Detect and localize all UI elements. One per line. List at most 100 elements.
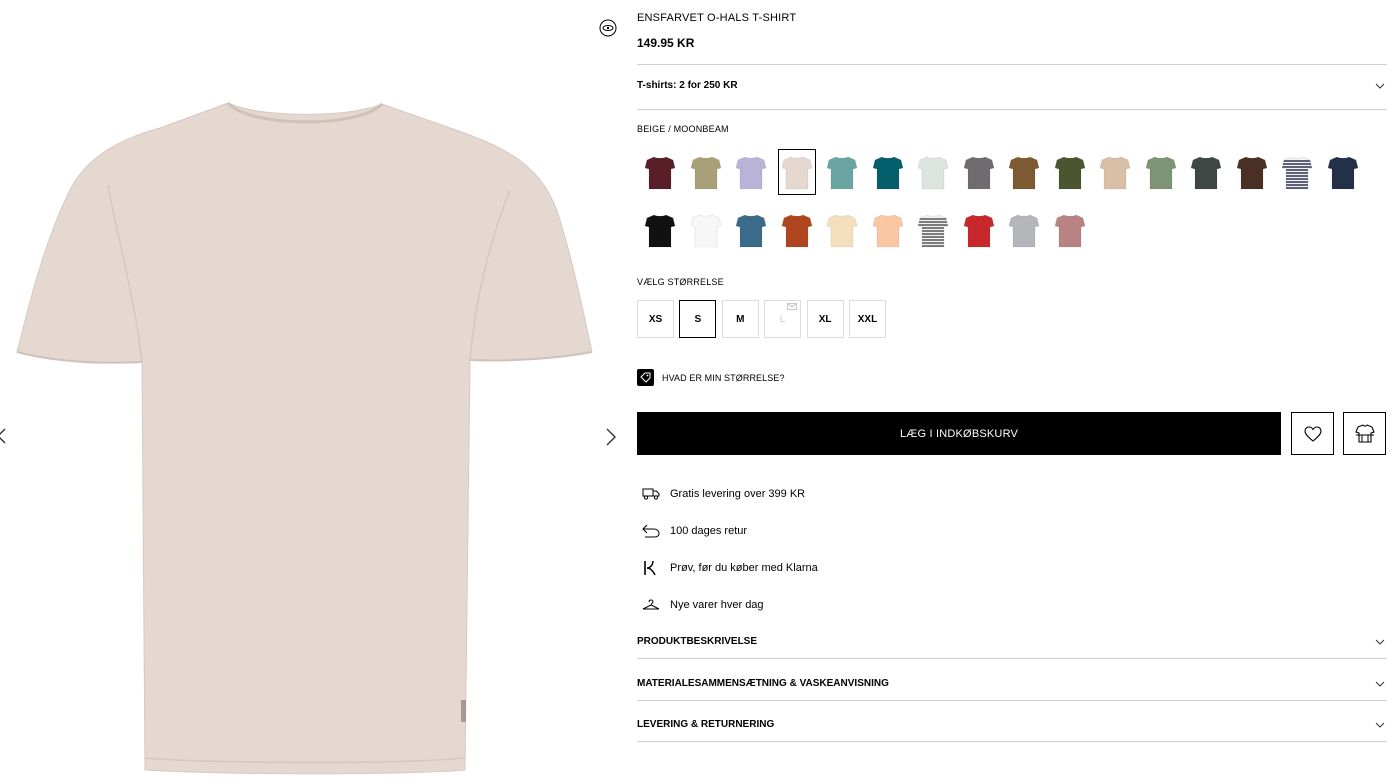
color-swatch[interactable] bbox=[870, 150, 906, 194]
color-swatch[interactable] bbox=[1052, 208, 1088, 252]
tshirt-thumbnail bbox=[1054, 156, 1085, 190]
tshirt-thumbnail bbox=[918, 156, 948, 190]
product-title: ENSFARVET O-HALS T-SHIRT bbox=[637, 12, 797, 24]
usp-item: Nye varer hver dag bbox=[642, 596, 764, 614]
truck-icon bbox=[642, 485, 664, 503]
tshirt-thumbnail bbox=[872, 214, 903, 248]
size-option-s[interactable]: S bbox=[679, 300, 717, 338]
color-swatch[interactable] bbox=[642, 150, 678, 194]
color-swatch[interactable] bbox=[961, 150, 997, 194]
tshirt-thumbnail bbox=[827, 214, 857, 248]
color-swatch[interactable] bbox=[824, 208, 860, 252]
store-availability-button[interactable] bbox=[1343, 412, 1386, 455]
chevron-down-icon bbox=[1375, 83, 1385, 89]
hanger-icon bbox=[642, 596, 664, 614]
product-image bbox=[16, 101, 593, 775]
color-swatch[interactable] bbox=[688, 150, 724, 194]
size-option-l[interactable]: L bbox=[764, 300, 802, 338]
tshirt-thumbnail bbox=[736, 156, 766, 190]
accordion-materials[interactable]: MATERIALESAMMENSÆTNING & VASKEANVISNING bbox=[637, 678, 1387, 689]
size-option-m[interactable]: M bbox=[721, 300, 759, 338]
accordion-label: PRODUKTBESKRIVELSE bbox=[637, 636, 758, 647]
size-option-xs[interactable]: XS bbox=[637, 300, 674, 338]
size-option-xxl[interactable]: XXL bbox=[849, 300, 886, 338]
color-swatch[interactable] bbox=[1006, 150, 1042, 194]
tshirt-thumbnail bbox=[781, 214, 812, 248]
size-option-label: L bbox=[779, 313, 786, 325]
360-view-icon[interactable] bbox=[599, 19, 617, 37]
tshirt-thumbnail bbox=[1282, 156, 1312, 190]
add-to-cart-button[interactable]: LÆG I INDKØBSKURV bbox=[637, 412, 1281, 455]
usp-item: Prøv, før du køber med Klarna bbox=[642, 559, 818, 577]
divider bbox=[637, 741, 1387, 742]
notify-mail-icon bbox=[787, 303, 798, 310]
tshirt-thumbnail bbox=[827, 156, 857, 190]
tshirt-thumbnail bbox=[645, 156, 675, 190]
color-swatch[interactable] bbox=[961, 208, 997, 252]
color-swatch[interactable] bbox=[824, 150, 860, 194]
color-swatch[interactable] bbox=[779, 208, 815, 252]
chevron-right-icon[interactable] bbox=[604, 428, 618, 446]
size-guide-label: HVAD ER MIN STØRRELSE? bbox=[662, 372, 785, 383]
promo-accordion[interactable]: T-shirts: 2 for 250 KR bbox=[637, 80, 1387, 91]
klarna-icon bbox=[642, 559, 664, 577]
size-label: VÆLG STØRRELSE bbox=[637, 277, 724, 287]
store-icon bbox=[1354, 423, 1375, 443]
accordion-label: MATERIALESAMMENSÆTNING & VASKEANVISNING bbox=[637, 678, 889, 689]
color-name: BEIGE / MOONBEAM bbox=[637, 124, 729, 134]
size-option-label: XS bbox=[648, 313, 663, 325]
color-swatch[interactable] bbox=[642, 208, 678, 252]
accordion-label: LEVERING & RETURNERING bbox=[637, 719, 775, 730]
tshirt-thumbnail bbox=[1236, 156, 1267, 190]
accordion-product-description[interactable]: PRODUKTBESKRIVELSE bbox=[637, 636, 1387, 647]
color-swatch[interactable] bbox=[777, 149, 816, 195]
size-guide-link[interactable]: HVAD ER MIN STØRRELSE? bbox=[637, 369, 785, 386]
tshirt-thumbnail bbox=[963, 214, 994, 248]
wishlist-button[interactable] bbox=[1291, 412, 1334, 455]
usp-text: 100 dages retur bbox=[670, 525, 748, 537]
chevron-down-icon bbox=[1375, 681, 1385, 687]
return-arrow-icon bbox=[642, 522, 664, 540]
usp-text: Gratis levering over 399 KR bbox=[670, 488, 806, 500]
tshirt-thumbnail bbox=[690, 156, 721, 190]
divider bbox=[637, 658, 1387, 659]
size-option-xl[interactable]: XL bbox=[806, 300, 844, 338]
size-option-label: S bbox=[694, 313, 702, 325]
color-swatch[interactable] bbox=[1006, 208, 1042, 252]
color-swatch[interactable] bbox=[733, 150, 769, 194]
tshirt-thumbnail bbox=[781, 156, 812, 190]
tshirt-thumbnail bbox=[1009, 214, 1039, 248]
tshirt-thumbnail bbox=[963, 156, 994, 190]
heart-icon bbox=[1303, 425, 1322, 442]
tshirt-thumbnail bbox=[1145, 156, 1176, 190]
size-option-label: M bbox=[736, 313, 745, 325]
usp-item: 100 dages retur bbox=[642, 522, 747, 540]
usp-text: Prøv, før du køber med Klarna bbox=[670, 562, 818, 574]
tshirt-thumbnail bbox=[690, 214, 721, 248]
promo-label: T-shirts: 2 for 250 KR bbox=[637, 80, 738, 91]
tshirt-thumbnail bbox=[1009, 156, 1039, 190]
color-swatch[interactable] bbox=[1325, 150, 1361, 194]
color-swatch[interactable] bbox=[1234, 150, 1270, 194]
usp-item: Gratis levering over 399 KR bbox=[642, 485, 805, 503]
color-swatch[interactable] bbox=[915, 208, 951, 252]
tag-icon bbox=[637, 369, 654, 386]
chevron-down-icon bbox=[1375, 722, 1385, 728]
divider bbox=[637, 109, 1387, 110]
chevron-left-icon[interactable] bbox=[0, 428, 8, 444]
tshirt-thumbnail bbox=[1054, 214, 1085, 248]
color-swatch[interactable] bbox=[915, 150, 951, 194]
color-swatch[interactable] bbox=[1279, 150, 1315, 194]
product-price: 149.95 KR bbox=[637, 36, 695, 50]
tshirt-thumbnail bbox=[872, 156, 903, 190]
color-swatch[interactable] bbox=[688, 208, 724, 252]
tshirt-thumbnail bbox=[645, 214, 675, 248]
color-swatch[interactable] bbox=[1052, 150, 1088, 194]
color-swatch[interactable] bbox=[870, 208, 906, 252]
color-swatch[interactable] bbox=[733, 208, 769, 252]
usp-text: Nye varer hver dag bbox=[670, 599, 764, 611]
color-swatch[interactable] bbox=[1188, 150, 1224, 194]
accordion-delivery-returns[interactable]: LEVERING & RETURNERING bbox=[637, 719, 1387, 730]
color-swatch[interactable] bbox=[1143, 150, 1179, 194]
color-swatch[interactable] bbox=[1097, 150, 1133, 194]
